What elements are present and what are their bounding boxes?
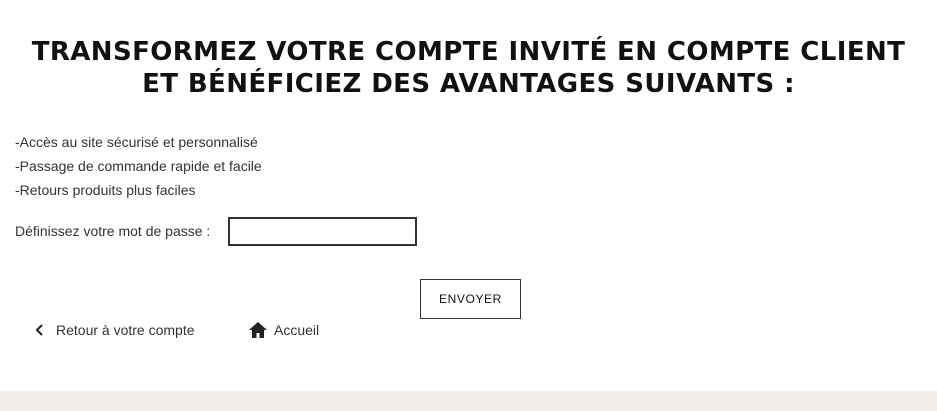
benefit-item: -Accès au site sécurisé et personnalisé xyxy=(15,134,258,150)
password-input[interactable] xyxy=(228,217,417,246)
benefit-item: -Passage de commande rapide et facile xyxy=(15,158,262,174)
submit-button[interactable]: ENVOYER xyxy=(420,279,521,319)
password-label: Définissez votre mot de passe : xyxy=(15,223,211,239)
chevron-left-icon xyxy=(33,324,47,336)
benefit-item: -Retours produits plus faciles xyxy=(15,182,196,198)
benefits-list: -Accès au site sécurisé et personnalisé … xyxy=(15,130,262,202)
back-to-account-label: Retour à votre compte xyxy=(56,322,195,338)
back-to-account-link[interactable]: Retour à votre compte xyxy=(33,320,195,340)
home-label: Accueil xyxy=(274,322,320,338)
page-title: TRANSFORMEZ VOTRE COMPTE INVITÉ EN COMPT… xyxy=(31,37,906,99)
home-link[interactable]: Accueil xyxy=(247,320,319,340)
home-icon xyxy=(247,321,269,339)
footer-band xyxy=(0,391,937,411)
